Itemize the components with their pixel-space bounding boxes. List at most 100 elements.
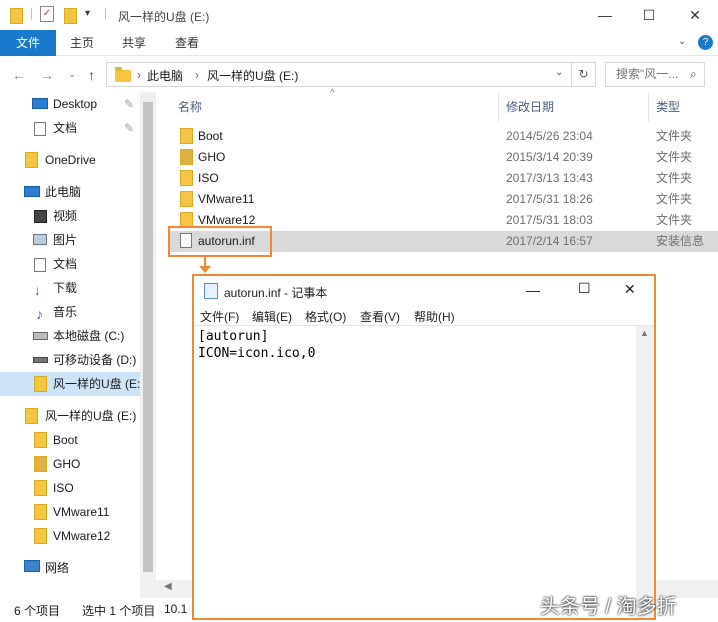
sidebar-item-label: 图片 [53, 233, 78, 247]
column-header-date[interactable]: 修改日期 [506, 98, 554, 115]
ribbon-tabs: 文件 主页 共享 查看 ⌄ ? [0, 30, 718, 56]
pin-icon[interactable]: ✎ [124, 92, 134, 116]
sidebar-item-usb-e-library[interactable]: 风一样的U盘 (E:) [0, 404, 140, 428]
close-button[interactable]: ✕ [672, 0, 718, 30]
sidebar-item-label: 音乐 [53, 305, 78, 319]
file-type: 文件夹 [656, 192, 693, 206]
sidebar-item-iso[interactable]: ISO [0, 476, 140, 500]
back-arrow-icon[interactable]: ← [12, 67, 26, 83]
sidebar-item-gho[interactable]: GHO [0, 452, 140, 476]
folder-icon [34, 528, 47, 544]
folder-icon [180, 191, 193, 207]
sidebar-item-label: 网络 [45, 561, 70, 575]
file-date: 2017/5/31 18:03 [506, 213, 593, 227]
separator: | [104, 6, 108, 20]
notepad-title-bar[interactable]: autorun.inf - 记事本 — ☐ ✕ [194, 276, 654, 306]
sidebar-item-desktop[interactable]: Desktop ✎ [0, 92, 140, 116]
sidebar-item-network[interactable]: 网络 [0, 556, 140, 580]
address-dropdown-icon[interactable]: ⌄ [555, 67, 563, 78]
refresh-button[interactable]: ↻ [572, 62, 596, 87]
up-arrow-icon[interactable]: ↑ [88, 67, 95, 83]
column-header-name[interactable]: 名称 [178, 98, 202, 115]
sidebar-item-documents-pinned[interactable]: 文档 ✎ [0, 116, 140, 140]
file-row-iso[interactable]: ISO 2017/3/13 13:43 文件夹 [170, 168, 718, 189]
sidebar-item-onedrive[interactable]: OneDrive [0, 148, 140, 172]
picture-icon [33, 234, 47, 245]
breadcrumb-drive[interactable]: 风一样的U盘 (E:) [207, 67, 298, 84]
breadcrumb-this-pc[interactable]: 此电脑 [147, 67, 183, 84]
column-divider[interactable] [648, 92, 649, 122]
file-type: 文件夹 [656, 129, 693, 143]
notepad-window[interactable]: autorun.inf - 记事本 — ☐ ✕ 文件(F) 编辑(E) 格式(O… [192, 274, 656, 620]
sidebar-item-videos[interactable]: 视频 [0, 204, 140, 228]
column-header-type[interactable]: 类型 [656, 98, 680, 115]
address-bar[interactable]: › 此电脑 › 风一样的U盘 (E:) ⌄ [106, 62, 572, 87]
scroll-left-icon[interactable]: ◀ [164, 581, 172, 592]
navigation-bar: ← → ⌄ ↑ › 此电脑 › 风一样的U盘 (E:) ⌄ ↻ 搜索"风一...… [0, 58, 718, 92]
notepad-text-area[interactable]: [autorun] ICON=icon.ico,0 [198, 328, 636, 618]
sidebar-item-usb-e[interactable]: 风一样的U盘 (E: [0, 372, 140, 396]
document-icon [34, 122, 46, 136]
sidebar-item-vmware11[interactable]: VMware11 [0, 500, 140, 524]
file-date: 2014/5/26 23:04 [506, 129, 593, 143]
recent-locations-icon[interactable]: ⌄ [68, 69, 76, 80]
menu-file[interactable]: 文件(F) [200, 308, 239, 325]
sidebar-item-label: 此电脑 [45, 185, 82, 199]
column-divider[interactable] [498, 92, 499, 122]
sidebar-item-vmware12[interactable]: VMware12 [0, 524, 140, 548]
sidebar-item-downloads[interactable]: ↓ 下载 [0, 276, 140, 300]
folder-icon [115, 67, 131, 82]
breadcrumb-separator[interactable]: › [137, 68, 141, 82]
notepad-icon [204, 283, 218, 299]
sidebar-scrollbar-thumb[interactable] [143, 102, 153, 572]
selected-size: 10.1 [164, 602, 188, 616]
folder-icon [25, 152, 38, 168]
file-type: 文件夹 [656, 171, 693, 185]
selected-count: 选中 1 个项目 [82, 604, 156, 618]
tab-file[interactable]: 文件 [0, 30, 56, 56]
file-date: 2017/5/31 18:26 [506, 192, 593, 206]
menu-format[interactable]: 格式(O) [305, 308, 346, 325]
tab-home[interactable]: 主页 [70, 30, 94, 56]
expand-ribbon-icon[interactable]: ⌄ [678, 36, 686, 47]
file-row-boot[interactable]: Boot 2014/5/26 23:04 文件夹 [170, 126, 718, 147]
file-row-gho[interactable]: GHO 2015/3/14 20:39 文件夹 [170, 147, 718, 168]
notepad-scrollbar[interactable]: ▲ [636, 326, 654, 618]
search-input[interactable]: 搜索"风一... ⌕ [605, 62, 705, 87]
maximize-button[interactable]: ☐ [626, 0, 672, 30]
new-folder-icon[interactable] [64, 8, 77, 24]
customize-toolbar-icon[interactable]: ▾ [85, 8, 90, 19]
sidebar-item-removable-d[interactable]: 可移动设备 (D:) [0, 348, 140, 372]
breadcrumb-separator[interactable]: › [195, 68, 199, 82]
sidebar-item-documents[interactable]: 文档 [0, 252, 140, 276]
sort-indicator-icon: ^ [330, 88, 335, 99]
file-date: 2017/3/13 13:43 [506, 171, 593, 185]
folder-icon [34, 504, 47, 520]
sidebar-item-pictures[interactable]: 图片 [0, 228, 140, 252]
watermark: 头条号 / 淘多折 [540, 596, 677, 618]
tab-view[interactable]: 查看 [175, 30, 199, 56]
sidebar-item-boot[interactable]: Boot [0, 428, 140, 452]
minimize-button[interactable]: — [582, 0, 628, 30]
menu-help[interactable]: 帮助(H) [414, 308, 455, 325]
menu-edit[interactable]: 编辑(E) [252, 308, 292, 325]
sidebar-item-music[interactable]: ♪ 音乐 [0, 300, 140, 324]
properties-icon[interactable]: ✓ [40, 6, 54, 22]
sidebar-item-label: 文档 [53, 121, 78, 135]
scroll-up-icon[interactable]: ▲ [640, 328, 649, 338]
separator: | [30, 6, 34, 20]
sidebar-item-local-disk-c[interactable]: 本地磁盘 (C:) [0, 324, 140, 348]
sidebar-item-label: Desktop [53, 97, 98, 111]
menu-view[interactable]: 查看(V) [360, 308, 400, 325]
sidebar-item-label: 可移动设备 (D:) [53, 353, 137, 367]
tab-share[interactable]: 共享 [122, 30, 146, 56]
notepad-close-button[interactable]: ✕ [624, 281, 636, 298]
help-icon[interactable]: ? [698, 35, 713, 50]
notepad-maximize-button[interactable]: ☐ [578, 280, 591, 297]
sidebar-item-this-pc[interactable]: 此电脑 [0, 180, 140, 204]
forward-arrow-icon[interactable]: → [40, 67, 54, 83]
file-row-vmware11[interactable]: VMware11 2017/5/31 18:26 文件夹 [170, 189, 718, 210]
pin-icon[interactable]: ✎ [124, 116, 134, 140]
folder-icon [180, 170, 193, 186]
notepad-minimize-button[interactable]: — [526, 282, 540, 298]
